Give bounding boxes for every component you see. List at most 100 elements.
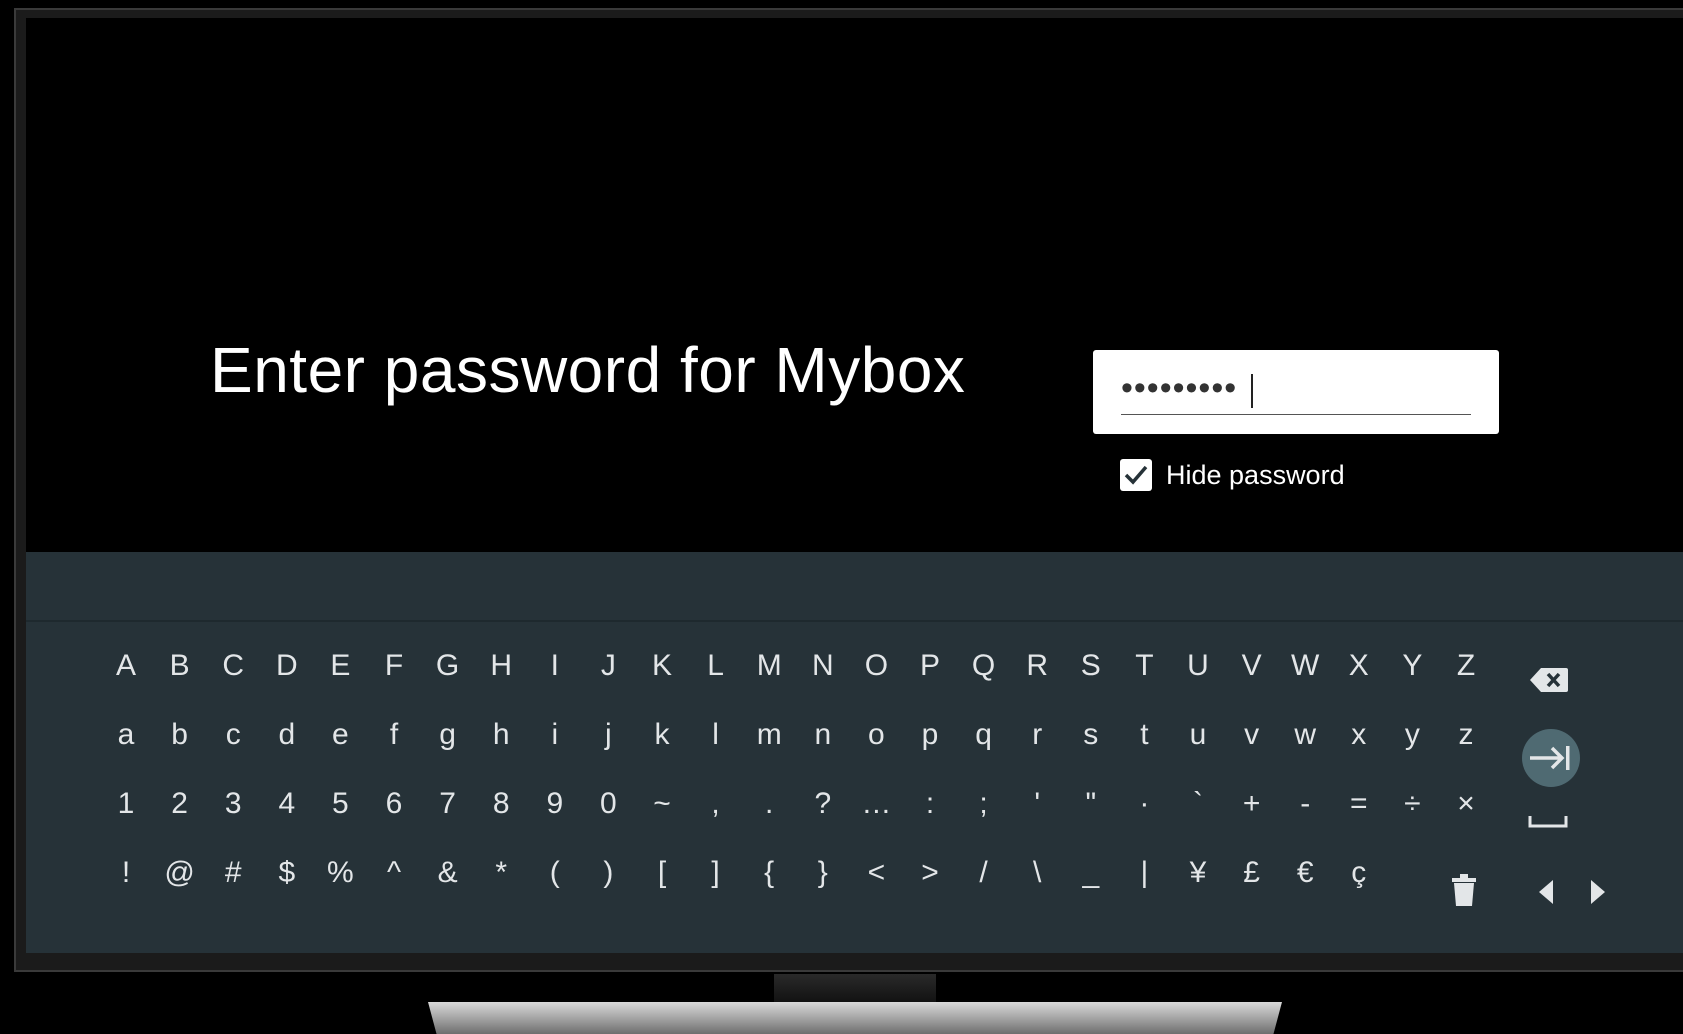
key-3-25[interactable]: ÷ bbox=[1387, 776, 1437, 832]
key-1-2[interactable]: B bbox=[155, 638, 205, 694]
key-2-23[interactable]: w bbox=[1280, 707, 1330, 763]
space-key[interactable] bbox=[1524, 802, 1572, 842]
key-2-15[interactable]: o bbox=[851, 707, 901, 763]
key-2-3[interactable]: c bbox=[208, 707, 258, 763]
key-2-4[interactable]: d bbox=[262, 707, 312, 763]
key-4-21[interactable]: ¥ bbox=[1173, 845, 1223, 901]
key-3-18[interactable]: ' bbox=[1012, 776, 1062, 832]
key-2-7[interactable]: g bbox=[423, 707, 473, 763]
key-3-24[interactable]: = bbox=[1334, 776, 1384, 832]
key-1-12[interactable]: L bbox=[691, 638, 741, 694]
key-1-23[interactable]: W bbox=[1280, 638, 1330, 694]
key-3-9[interactable]: 9 bbox=[530, 776, 580, 832]
key-4-6[interactable]: ^ bbox=[369, 845, 419, 901]
key-1-22[interactable]: V bbox=[1227, 638, 1277, 694]
key-1-11[interactable]: K bbox=[637, 638, 687, 694]
key-2-24[interactable]: x bbox=[1334, 707, 1384, 763]
key-2-1[interactable]: a bbox=[101, 707, 151, 763]
cursor-right-key[interactable] bbox=[1582, 872, 1614, 912]
enter-next-key[interactable] bbox=[1522, 729, 1580, 787]
key-3-16[interactable]: : bbox=[905, 776, 955, 832]
key-3-15[interactable]: … bbox=[851, 776, 901, 832]
key-4-24[interactable]: ç bbox=[1334, 845, 1384, 901]
key-4-3[interactable]: # bbox=[208, 845, 258, 901]
key-2-13[interactable]: m bbox=[744, 707, 794, 763]
key-3-26[interactable]: × bbox=[1441, 776, 1491, 832]
key-2-19[interactable]: s bbox=[1066, 707, 1116, 763]
key-1-6[interactable]: F bbox=[369, 638, 419, 694]
key-3-2[interactable]: 2 bbox=[155, 776, 205, 832]
key-4-14[interactable]: } bbox=[798, 845, 848, 901]
key-1-8[interactable]: H bbox=[476, 638, 526, 694]
key-3-3[interactable]: 3 bbox=[208, 776, 258, 832]
key-1-16[interactable]: P bbox=[905, 638, 955, 694]
key-2-10[interactable]: j bbox=[583, 707, 633, 763]
key-4-1[interactable]: ! bbox=[101, 845, 151, 901]
key-4-5[interactable]: % bbox=[315, 845, 365, 901]
cursor-left-key[interactable] bbox=[1530, 872, 1562, 912]
key-4-19[interactable]: _ bbox=[1066, 845, 1116, 901]
key-4-18[interactable]: \ bbox=[1012, 845, 1062, 901]
key-1-20[interactable]: T bbox=[1119, 638, 1169, 694]
key-3-23[interactable]: - bbox=[1280, 776, 1330, 832]
key-1-10[interactable]: J bbox=[583, 638, 633, 694]
key-3-20[interactable]: · bbox=[1119, 776, 1169, 832]
key-3-8[interactable]: 8 bbox=[476, 776, 526, 832]
key-4-11[interactable]: [ bbox=[637, 845, 687, 901]
key-3-5[interactable]: 5 bbox=[315, 776, 365, 832]
key-3-1[interactable]: 1 bbox=[101, 776, 151, 832]
key-1-5[interactable]: E bbox=[315, 638, 365, 694]
key-1-3[interactable]: C bbox=[208, 638, 258, 694]
key-4-23[interactable]: € bbox=[1280, 845, 1330, 901]
key-2-5[interactable]: e bbox=[315, 707, 365, 763]
key-4-17[interactable]: / bbox=[959, 845, 1009, 901]
key-3-17[interactable]: ; bbox=[959, 776, 1009, 832]
key-4-13[interactable]: { bbox=[744, 845, 794, 901]
key-3-6[interactable]: 6 bbox=[369, 776, 419, 832]
key-3-7[interactable]: 7 bbox=[423, 776, 473, 832]
backspace-key[interactable] bbox=[1523, 660, 1575, 700]
key-1-9[interactable]: I bbox=[530, 638, 580, 694]
key-2-17[interactable]: q bbox=[959, 707, 1009, 763]
key-2-22[interactable]: v bbox=[1227, 707, 1277, 763]
key-1-26[interactable]: Z bbox=[1441, 638, 1491, 694]
key-1-25[interactable]: Y bbox=[1387, 638, 1437, 694]
key-1-24[interactable]: X bbox=[1334, 638, 1384, 694]
key-1-18[interactable]: R bbox=[1012, 638, 1062, 694]
key-2-11[interactable]: k bbox=[637, 707, 687, 763]
key-2-14[interactable]: n bbox=[798, 707, 848, 763]
key-3-12[interactable]: , bbox=[691, 776, 741, 832]
key-2-26[interactable]: z bbox=[1441, 707, 1491, 763]
hide-password-toggle[interactable]: Hide password bbox=[1120, 459, 1345, 491]
key-1-4[interactable]: D bbox=[262, 638, 312, 694]
key-4-15[interactable]: < bbox=[851, 845, 901, 901]
key-2-8[interactable]: h bbox=[476, 707, 526, 763]
key-4-2[interactable]: @ bbox=[155, 845, 205, 901]
key-2-21[interactable]: u bbox=[1173, 707, 1223, 763]
key-4-16[interactable]: > bbox=[905, 845, 955, 901]
key-4-12[interactable]: ] bbox=[691, 845, 741, 901]
key-3-19[interactable]: " bbox=[1066, 776, 1116, 832]
key-4-10[interactable]: ) bbox=[583, 845, 633, 901]
key-2-20[interactable]: t bbox=[1119, 707, 1169, 763]
key-4-7[interactable]: & bbox=[423, 845, 473, 901]
key-1-15[interactable]: O bbox=[851, 638, 901, 694]
key-3-13[interactable]: . bbox=[744, 776, 794, 832]
key-4-8[interactable]: * bbox=[476, 845, 526, 901]
key-2-2[interactable]: b bbox=[155, 707, 205, 763]
key-1-19[interactable]: S bbox=[1066, 638, 1116, 694]
key-3-10[interactable]: 0 bbox=[583, 776, 633, 832]
key-3-11[interactable]: ~ bbox=[637, 776, 687, 832]
key-1-14[interactable]: N bbox=[798, 638, 848, 694]
key-1-21[interactable]: U bbox=[1173, 638, 1223, 694]
key-1-7[interactable]: G bbox=[423, 638, 473, 694]
key-3-4[interactable]: 4 bbox=[262, 776, 312, 832]
key-4-4[interactable]: $ bbox=[262, 845, 312, 901]
key-1-17[interactable]: Q bbox=[959, 638, 1009, 694]
key-2-25[interactable]: y bbox=[1387, 707, 1437, 763]
key-1-13[interactable]: M bbox=[744, 638, 794, 694]
key-3-14[interactable]: ? bbox=[798, 776, 848, 832]
hide-password-checkbox[interactable] bbox=[1120, 459, 1152, 491]
clear-key[interactable] bbox=[1444, 868, 1484, 912]
key-4-22[interactable]: £ bbox=[1227, 845, 1277, 901]
